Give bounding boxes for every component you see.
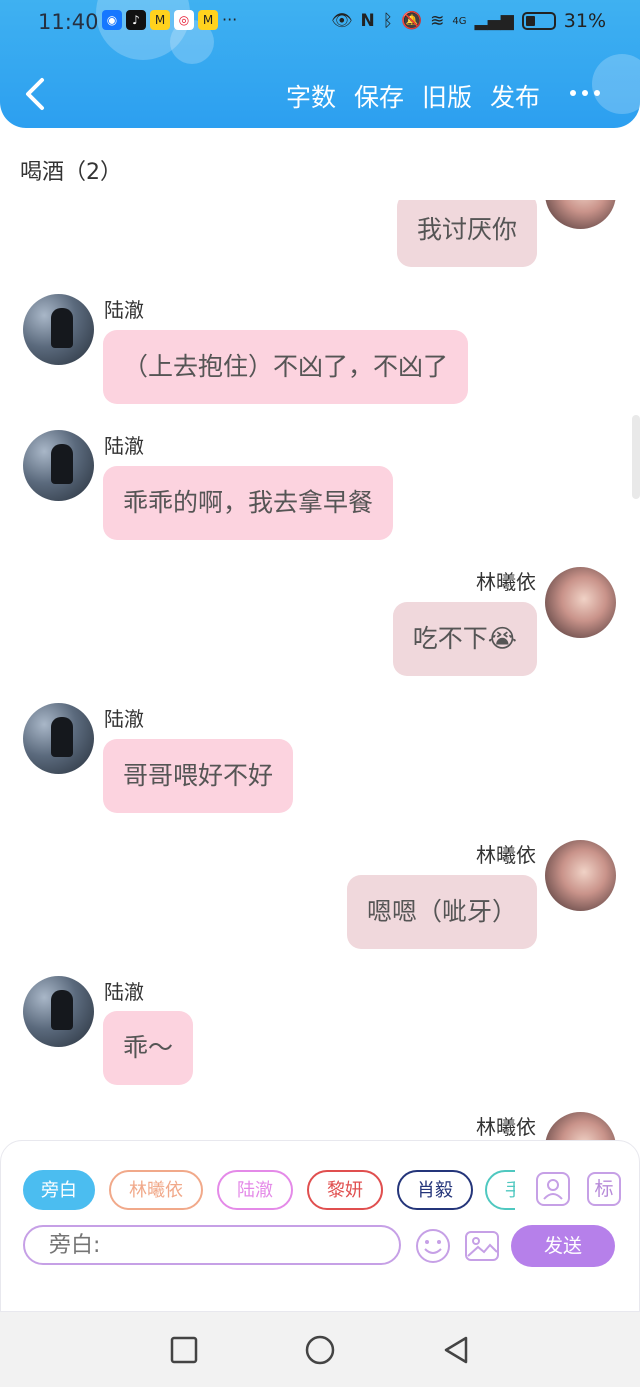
decor-bubble (592, 54, 640, 114)
message-bubble[interactable]: 乖～ (103, 1011, 194, 1085)
avatar[interactable] (23, 976, 94, 1047)
input-panel: 旁白 林曦依 陆澈 黎妍 肖毅 手 标 旁白: 发送 (0, 1140, 640, 1312)
weibo-icon: ◎ (174, 10, 194, 30)
meituan-icon: M (150, 10, 170, 30)
person-icon (543, 1179, 563, 1200)
role-chip-more[interactable]: 手 (485, 1170, 515, 1210)
message-bubble[interactable]: 乖乖的啊，我去拿早餐 (103, 466, 394, 540)
word-count-button[interactable]: 字数 (286, 78, 336, 114)
nfc-icon: N (360, 11, 375, 31)
sender-name: 林曦依 (476, 570, 536, 594)
system-icons: 👁 N ᛒ 🔕 ≋ 4G ▂▄▆ 31% (331, 10, 606, 32)
avatar[interactable] (23, 430, 94, 501)
role-chip-luche[interactable]: 陆澈 (217, 1170, 293, 1210)
signal-icon: ▂▄▆ (474, 11, 514, 31)
scrollbar[interactable] (632, 415, 640, 499)
status-time: 11:40 (38, 10, 99, 34)
battery-icon (521, 12, 556, 30)
sender-name: 陆澈 (104, 434, 144, 458)
more-notifications: ··· (222, 10, 238, 29)
character-manage-button[interactable] (536, 1172, 570, 1206)
role-chip-xiaoyi[interactable]: 肖毅 (397, 1170, 473, 1210)
message-bubble[interactable]: 嗯嗯（呲牙） (346, 875, 537, 949)
message-bubble[interactable]: 吃不下😭 (392, 602, 537, 676)
role-chip-linxiyi[interactable]: 林曦依 (109, 1170, 203, 1210)
avatar[interactable] (545, 1112, 616, 1140)
tag-button[interactable]: 标 (587, 1172, 621, 1206)
screen: 11:40 ◉ ♪ M ◎ M ··· 👁 N ᛒ 🔕 ≋ 4G ▂▄▆ 31% (0, 0, 640, 1387)
publish-button[interactable]: 发布 (490, 78, 540, 114)
navigation-bar (0, 1312, 640, 1387)
home-button[interactable] (304, 1334, 336, 1366)
network-type: 4G (452, 15, 467, 27)
more-options-icon[interactable] (570, 90, 600, 96)
recent-apps-button[interactable] (168, 1334, 200, 1366)
send-button[interactable]: 发送 (511, 1225, 615, 1267)
image-icon (465, 1231, 499, 1261)
sender-name: 陆澈 (104, 707, 144, 731)
header-actions: 字数 保存 旧版 发布 (286, 78, 540, 114)
chevron-left-icon (26, 78, 44, 110)
battery-percent: 31% (563, 10, 606, 32)
square-icon (170, 1336, 198, 1364)
chat-area[interactable]: 我讨厌你 陆澈 （上去抱住）不凶了，不凶了 陆澈 乖乖的啊，我去拿早餐 林曦依 … (0, 200, 640, 1140)
tiktok-icon: ♪ (126, 10, 146, 30)
avatar[interactable] (545, 840, 616, 911)
mute-icon: 🔕 (400, 11, 423, 31)
sender-name: 陆澈 (104, 298, 144, 322)
eye-icon: 👁 (330, 11, 353, 31)
bluetooth-icon: ᛒ (382, 11, 393, 31)
message-bubble[interactable]: （上去抱住）不凶了，不凶了 (103, 330, 469, 404)
avatar[interactable] (23, 703, 94, 774)
avatar[interactable] (545, 567, 616, 638)
image-button[interactable] (463, 1227, 501, 1265)
smiley-icon (416, 1229, 450, 1263)
alipay-icon: ◉ (102, 10, 122, 30)
meituan-icon: M (198, 10, 218, 30)
triangle-back-icon (444, 1336, 468, 1364)
message-input[interactable] (23, 1225, 401, 1265)
chapter-title: 喝酒（2） (20, 160, 122, 185)
sender-name: 陆澈 (104, 980, 144, 1004)
wifi-icon: ≋ (430, 11, 445, 31)
status-bar: 11:40 ◉ ♪ M ◎ M ··· 👁 N ᛒ 🔕 ≋ 4G ▂▄▆ 31% (0, 6, 640, 42)
role-chip-liyan[interactable]: 黎妍 (307, 1170, 383, 1210)
circle-icon (305, 1335, 335, 1365)
sender-name: 林曦依 (476, 1115, 536, 1139)
message-bubble[interactable]: 我讨厌你 (396, 200, 537, 267)
notification-icons: ◉ ♪ M ◎ M ··· (102, 10, 237, 30)
top-header: 11:40 ◉ ♪ M ◎ M ··· 👁 N ᛒ 🔕 ≋ 4G ▂▄▆ 31% (0, 0, 640, 128)
message-bubble[interactable]: 哥哥喂好不好 (103, 739, 294, 813)
back-nav-button[interactable] (440, 1334, 472, 1366)
avatar[interactable] (545, 200, 616, 229)
role-chip-narrator[interactable]: 旁白 (23, 1170, 95, 1210)
emoji-button[interactable] (414, 1227, 452, 1265)
avatar[interactable] (23, 294, 94, 365)
save-button[interactable]: 保存 (354, 78, 404, 114)
old-version-button[interactable]: 旧版 (422, 78, 472, 114)
sender-name: 林曦依 (476, 843, 536, 867)
role-chips: 旁白 林曦依 陆澈 黎妍 肖毅 手 (23, 1170, 515, 1212)
back-button[interactable] (20, 74, 50, 114)
